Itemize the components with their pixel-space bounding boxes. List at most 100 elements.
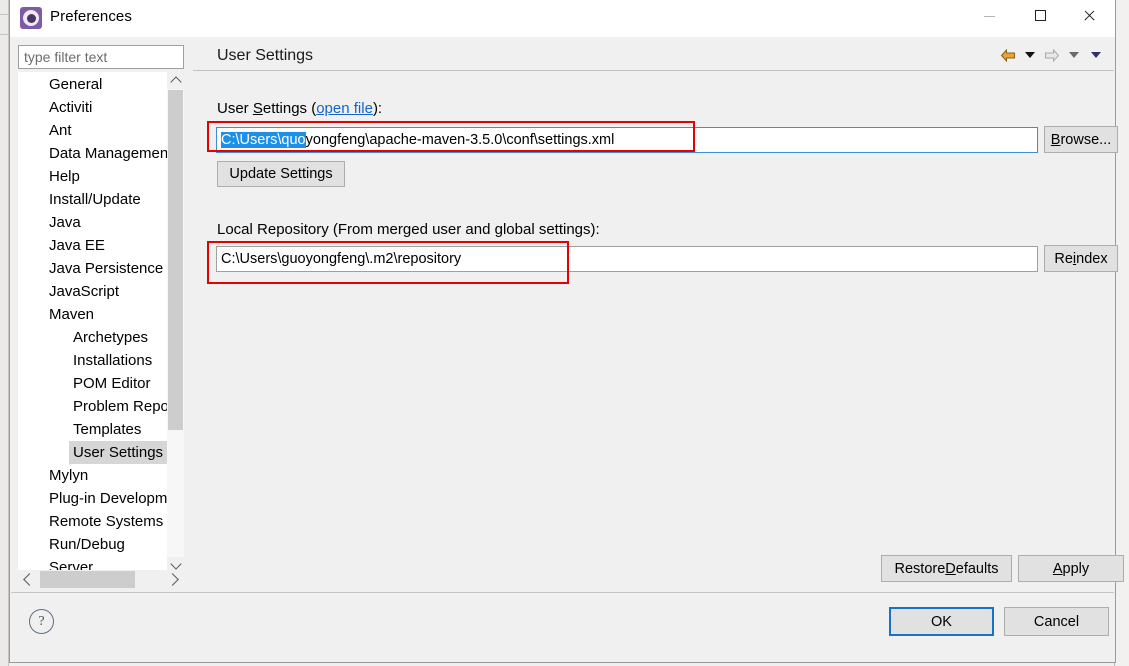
sidebar-item-label: Plug-in Development (49, 490, 184, 507)
sidebar-item-label: Problem Reporting (73, 398, 183, 415)
preferences-dialog: Preferences General Activiti Ant Data Manag… (9, 0, 1124, 663)
reindex-button[interactable]: Re i ndex (1044, 245, 1118, 272)
sidebar-item-label: POM Editor (73, 375, 151, 392)
minimize-icon (983, 16, 995, 17)
local-repository-input[interactable]: C:\Users\guoyongfeng\.m2\repository (216, 246, 1038, 272)
sidebar-item-label: Install/Update (49, 191, 141, 208)
minimize-button[interactable] (966, 0, 1012, 31)
back-history-dropdown[interactable] (1019, 44, 1041, 66)
close-button[interactable] (1066, 0, 1112, 31)
sidebar-item-remote-systems[interactable]: Remote Systems (19, 510, 183, 533)
tree-vertical-scrollbar[interactable] (167, 72, 184, 574)
forward-button[interactable] (1041, 44, 1063, 66)
ide-left-divider-1 (0, 14, 9, 15)
sidebar-item-java-ee[interactable]: Java EE (19, 234, 183, 257)
sidebar-item-label: Ant (49, 122, 72, 139)
caret-down-icon (1069, 52, 1079, 58)
sidebar-item-ant[interactable]: Ant (19, 119, 183, 142)
user-settings-input[interactable]: C:\Users\quoyongfeng\apache-maven-3.5.0\… (216, 127, 1038, 153)
sidebar-item-installations[interactable]: Installations (19, 349, 183, 372)
sidebar-item-label: Mylyn (49, 467, 89, 484)
sidebar-item-javascript[interactable]: JavaScript (19, 280, 183, 303)
sidebar-item-run-debug[interactable]: Run/Debug (19, 533, 183, 556)
cancel-button[interactable]: Cancel (1004, 607, 1109, 636)
chevron-down-icon (169, 558, 182, 570)
back-button[interactable] (997, 44, 1019, 66)
ok-button[interactable]: OK (889, 607, 994, 636)
browse-button-label: rowse... (1060, 131, 1112, 148)
restore-prefix: Restore (894, 560, 946, 577)
open-file-link[interactable]: open file (316, 100, 373, 117)
sidebar-item-label: Remote Systems (49, 513, 164, 530)
tree-hscroll-thumb[interactable] (40, 571, 135, 588)
sidebar-item-problem-reporting[interactable]: Problem Reporting (19, 395, 183, 418)
reindex-button-prefix: Re (1054, 250, 1073, 267)
content-header (193, 38, 1114, 71)
sidebar-item-activiti[interactable]: Activiti (19, 96, 183, 119)
sidebar-item-pom-editor[interactable]: POM Editor (19, 372, 183, 395)
sidebar-item-label: General (49, 76, 103, 93)
sidebar-item-label: User Settings (69, 441, 168, 464)
forward-arrow-icon (1044, 48, 1060, 62)
sidebar-item-java-persistence[interactable]: Java Persistence (19, 257, 183, 280)
sidebar-item-label: Maven (49, 306, 95, 323)
tree-vscroll-thumb[interactable] (168, 90, 183, 430)
sidebar-item-mylyn[interactable]: Mylyn (19, 464, 183, 487)
browse-button[interactable]: Browse... (1044, 126, 1118, 153)
user-settings-selected-text: C:\Users\quo (221, 132, 306, 148)
sidebar-item-templates[interactable]: Templates (19, 418, 183, 441)
restore-defaults-button[interactable]: Restore Defaults (881, 555, 1012, 582)
sidebar-item-java[interactable]: Java (19, 211, 183, 234)
update-settings-button[interactable]: Update Settings (217, 161, 345, 187)
preference-tree-list: General Activiti Ant Data Management Help Ins… (19, 73, 184, 573)
user-settings-label-end: ): (372, 100, 383, 117)
sidebar-item-user-settings[interactable]: User Settings (19, 441, 183, 464)
sidebar-item-label: Templates (73, 421, 142, 438)
sidebar-item-maven[interactable]: Maven (19, 303, 183, 326)
forward-history-dropdown[interactable] (1063, 44, 1085, 66)
user-settings-label-suffix: ettings ( (262, 100, 317, 117)
restore-suffix: efaults (955, 560, 999, 577)
apply-mnemonic: A (1052, 560, 1063, 577)
help-question-icon[interactable]: ? (29, 609, 54, 634)
ide-left-edge (0, 0, 9, 666)
sidebar-item-plug-in-development[interactable]: Plug-in Development (19, 487, 184, 510)
chevron-left-icon (23, 573, 36, 586)
chevron-right-icon (166, 573, 179, 586)
view-menu-dropdown[interactable] (1085, 44, 1107, 66)
preference-tree[interactable]: General Activiti Ant Data Management Help Ins… (18, 72, 184, 574)
sidebar-item-label: Java EE (49, 237, 105, 254)
back-arrow-icon (1000, 48, 1016, 62)
sidebar-item-help[interactable]: Help (19, 165, 183, 188)
scroll-up-button[interactable] (167, 72, 184, 89)
sidebar-item-archetypes[interactable]: Archetypes (19, 326, 183, 349)
scroll-left-button[interactable] (18, 570, 38, 589)
user-settings-label-prefix: User (217, 100, 253, 117)
tree-horizontal-scrollbar[interactable] (18, 570, 184, 589)
sidebar-item-data-management[interactable]: Data Management (19, 142, 183, 165)
sidebar-item-install-update[interactable]: Install/Update (19, 188, 183, 211)
sidebar-item-general[interactable]: General (19, 73, 183, 96)
browse-button-mnemonic: B (1050, 131, 1061, 148)
reindex-button-suffix: ndex (1076, 250, 1108, 267)
local-repository-label: Local Repository (From merged user and g… (217, 221, 600, 238)
user-settings-label-mnemonic: S (252, 100, 263, 117)
preferences-gear-icon (20, 7, 42, 29)
maximize-icon (1034, 10, 1046, 21)
dialog-titlebar: Preferences (10, 0, 1115, 37)
filter-input[interactable] (18, 45, 184, 69)
sidebar-item-label: Installations (73, 352, 153, 369)
close-icon (1083, 9, 1096, 22)
ide-left-divider-2 (0, 34, 9, 35)
apply-button[interactable]: Apply (1018, 555, 1124, 582)
scroll-right-button[interactable] (164, 570, 184, 589)
apply-suffix: pply (1062, 560, 1090, 577)
chevron-up-icon (169, 76, 182, 88)
sidebar-item-label: Java Persistence (49, 260, 164, 277)
maximize-button[interactable] (1017, 0, 1063, 31)
sidebar-item-label: JavaScript (49, 283, 120, 300)
sidebar-item-label: Java (49, 214, 81, 231)
caret-down-icon (1025, 52, 1035, 58)
dialog-footer: ? OK Cancel (10, 593, 1115, 662)
page-title: User Settings (217, 47, 314, 64)
